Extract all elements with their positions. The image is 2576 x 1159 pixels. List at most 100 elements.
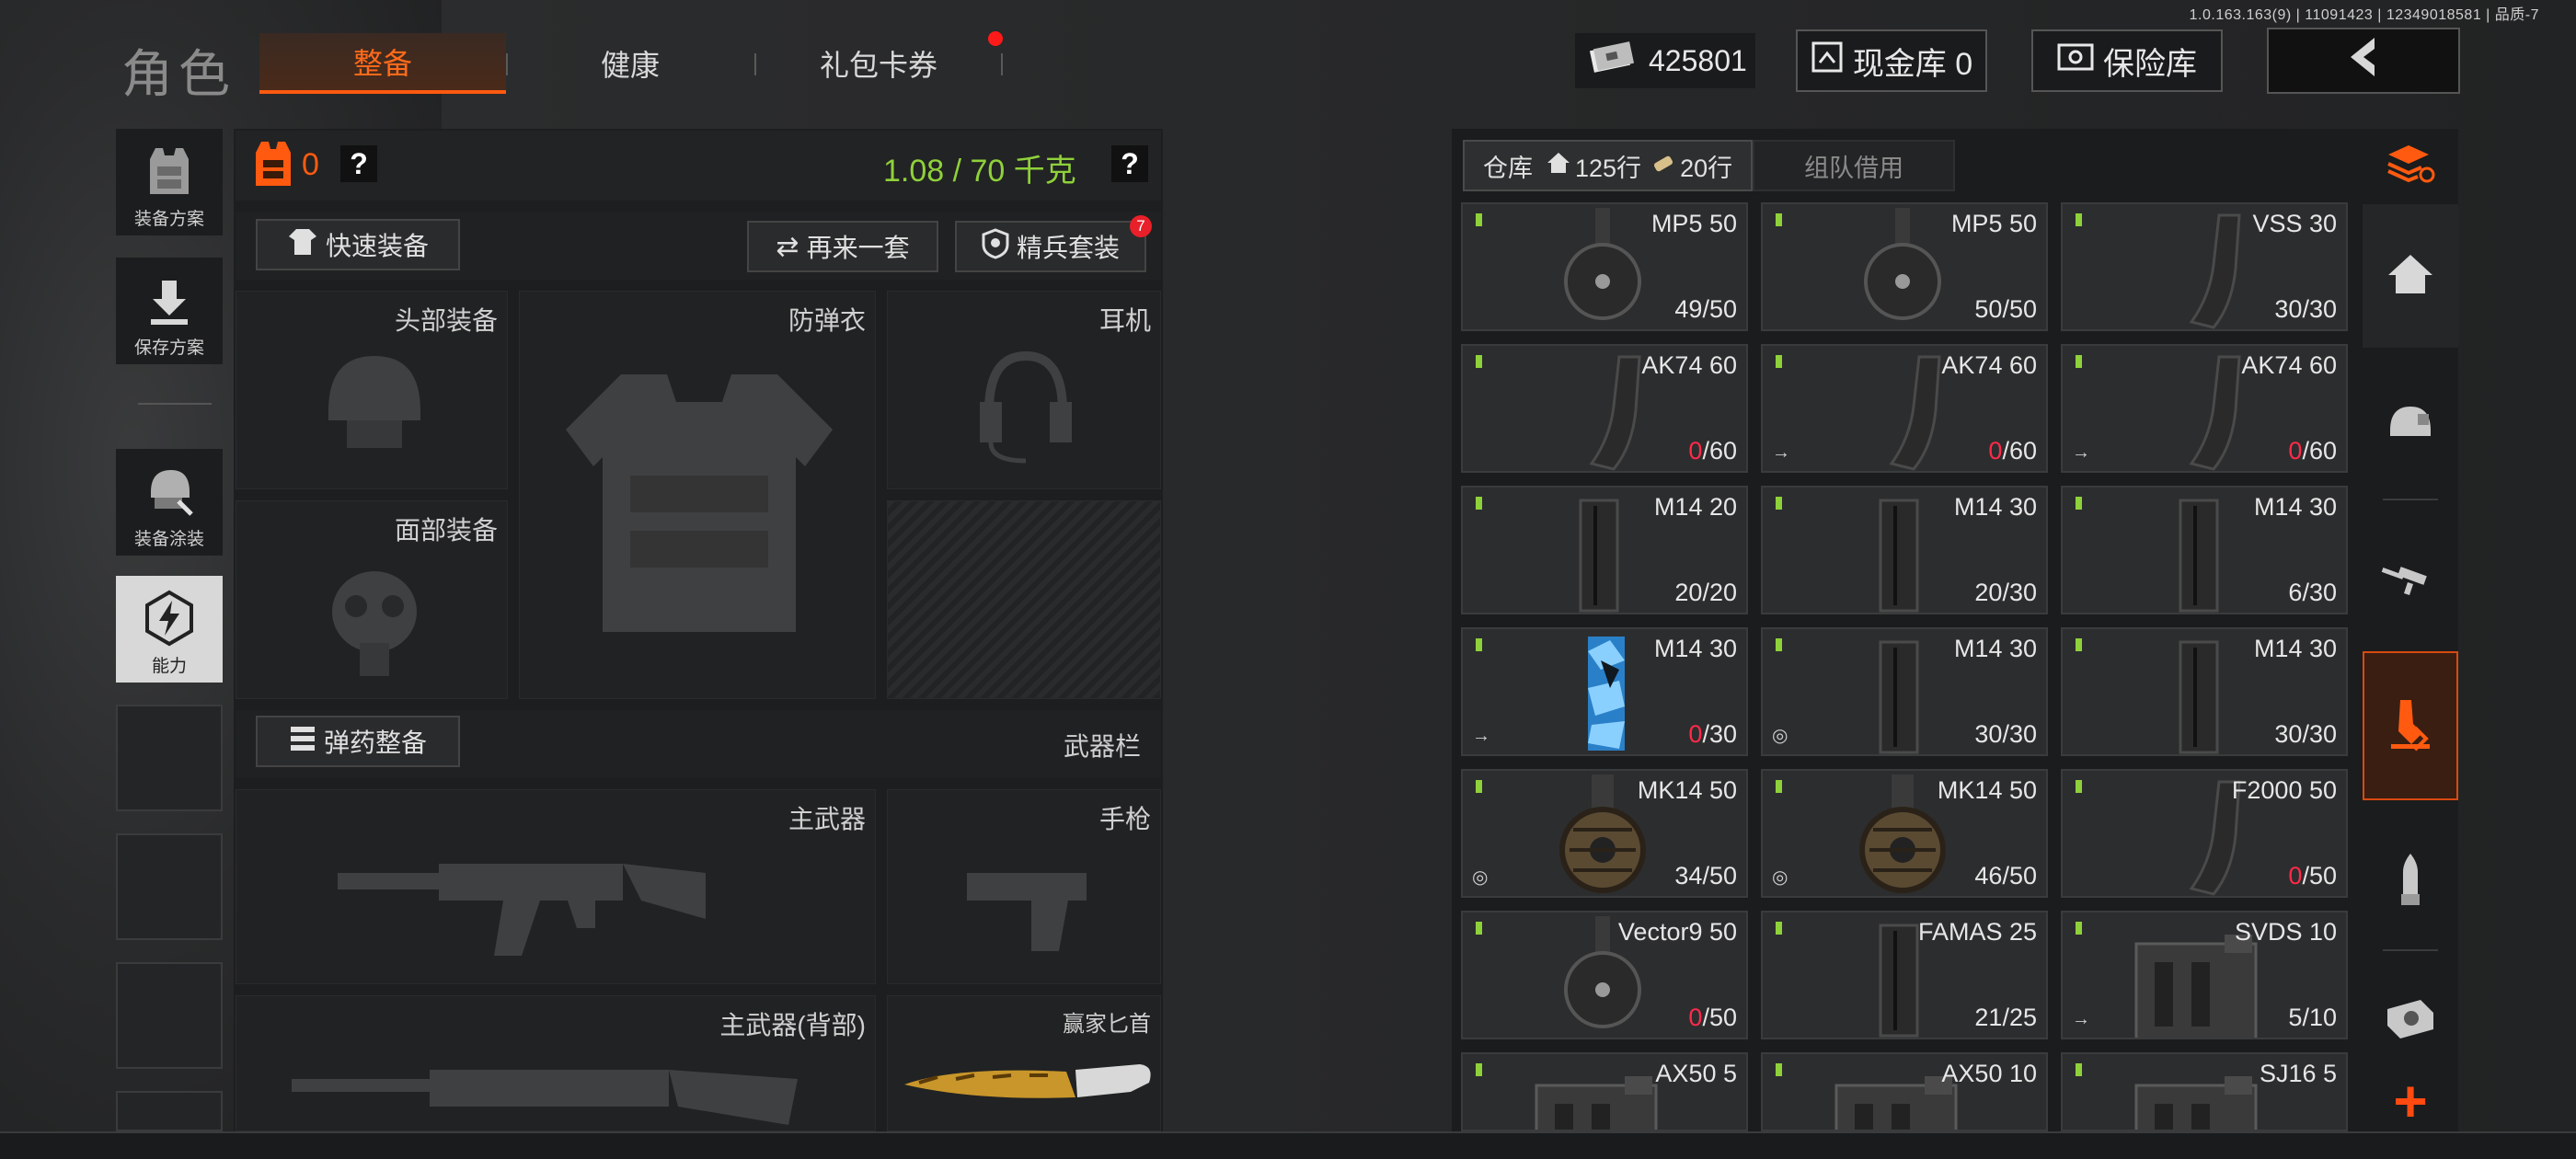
pistol-slot[interactable]: 手枪 xyxy=(887,789,1161,984)
ammo-max: /30 xyxy=(2302,295,2337,323)
sidebar-item-label: 装备涂装 xyxy=(133,530,204,549)
knife-slot[interactable]: 赢家匕首 xyxy=(887,995,1161,1131)
rail-rifle[interactable] xyxy=(2363,511,2458,649)
inventory-item[interactable]: FAMAS 25 21/25 xyxy=(1761,911,2048,1039)
ammo-max: /30 xyxy=(2002,720,2037,748)
rail-home[interactable] xyxy=(2363,204,2458,348)
item-name: FAMAS 25 xyxy=(1917,918,2037,946)
inventory-item[interactable]: M14 20 20/20 xyxy=(1461,486,1748,614)
inventory-item[interactable]: MP5 50 50/50 xyxy=(1761,202,2048,331)
elite-set-button[interactable]: 精兵套装 xyxy=(955,221,1146,272)
ammo-max: /50 xyxy=(2002,295,2037,323)
ammo-count: 0/50 xyxy=(2288,862,2337,890)
inventory-item[interactable]: M14 30 6/30 xyxy=(2061,486,2348,614)
inventory-item[interactable]: MP5 50 49/50 xyxy=(1461,202,1748,331)
cash-vault-button[interactable]: 现金库 0 xyxy=(1796,29,1987,92)
inventory-item[interactable]: M14 30 30/30 xyxy=(2061,627,2348,756)
locked-target-icon: ◎ xyxy=(1772,867,1788,888)
inventory-item[interactable]: MK14 50 34/50 ◎ xyxy=(1461,769,1748,898)
slot-label: 赢家匕首 xyxy=(1063,1012,1151,1037)
tab-label: 礼包卡券 xyxy=(819,49,937,82)
quick-equip-button[interactable]: 快速装备 xyxy=(256,219,460,270)
tab-warehouse[interactable]: 仓库 125行 20行 xyxy=(1463,140,1754,191)
face-gear-slot[interactable]: 面部装备 xyxy=(236,500,508,699)
help-button[interactable]: ? xyxy=(340,145,377,182)
ammo-current: 5 xyxy=(2288,1004,2303,1031)
elite-badge: 7 xyxy=(1130,215,1152,237)
inventory-item[interactable]: M14 30 30/30 ◎ xyxy=(1761,627,2048,756)
loadout-plan-button[interactable]: 装备方案 xyxy=(116,129,223,235)
inventory-item[interactable]: AX50 10 xyxy=(1761,1052,2048,1131)
item-name: AK74 60 xyxy=(1941,351,2037,379)
item-name: SVDS 10 xyxy=(2234,918,2337,946)
weight-help-button[interactable]: ? xyxy=(1111,145,1148,182)
inventory-item[interactable]: M14 30 0/30 → xyxy=(1461,627,1748,756)
ammo-count: 30/30 xyxy=(2274,295,2337,324)
ability-button[interactable]: 能力 xyxy=(116,576,223,683)
ammo-count: 20/20 xyxy=(1674,579,1737,607)
tab-label: 健康 xyxy=(600,49,660,82)
ammo-current: 34 xyxy=(1674,862,1703,889)
rail-magazine[interactable] xyxy=(2363,651,2458,800)
transfer-icon: → xyxy=(1472,726,1490,746)
tab-gift-coupons[interactable]: 礼包卡券 xyxy=(764,33,994,94)
ammo-max: /60 xyxy=(2002,437,2037,465)
tab-health[interactable]: 健康 xyxy=(515,33,745,94)
ammo-current: 46 xyxy=(1974,862,2003,889)
tab-loadout[interactable]: 整备 xyxy=(259,33,506,94)
skin-button[interactable]: 装备涂装 xyxy=(116,449,223,556)
save-plan-button[interactable]: 保存方案 xyxy=(116,258,223,364)
rail-ammo[interactable] xyxy=(2363,813,2458,951)
slot-label: 面部装备 xyxy=(394,516,498,545)
rail-divider xyxy=(2383,499,2438,500)
ammo-max: /30 xyxy=(2002,579,2037,606)
inventory-item[interactable]: SVDS 10 5/10 → xyxy=(2061,911,2348,1039)
status-tag xyxy=(2076,638,2082,651)
shield-icon xyxy=(982,227,1009,266)
inventory-item[interactable]: VSS 30 30/30 xyxy=(2061,202,2348,331)
tab-team-borrow[interactable]: 组队借用 xyxy=(1753,140,1956,191)
inventory-tabs: 仓库 125行 20行 组队借用 xyxy=(1463,140,1956,191)
inventory-item[interactable]: M14 30 20/30 xyxy=(1761,486,2048,614)
inventory-item[interactable]: MK14 50 46/50 ◎ xyxy=(1761,769,2048,898)
headset-slot[interactable]: 耳机 xyxy=(887,291,1161,489)
ammo-current: 30 xyxy=(2274,720,2303,748)
cash-icon xyxy=(1588,41,1636,80)
helmet-skin-icon xyxy=(142,465,197,525)
inventory-item[interactable]: AK74 60 0/60 → xyxy=(1761,344,2048,473)
item-name: M14 30 xyxy=(2253,493,2337,521)
inventory-item[interactable]: SJ16 5 xyxy=(2061,1052,2348,1131)
rail-helmet[interactable] xyxy=(2363,357,2458,495)
inventory-item[interactable]: F2000 50 0/50 xyxy=(2061,769,2348,898)
ammo-count: 0/60 xyxy=(1988,437,2037,465)
back-button[interactable] xyxy=(2267,28,2460,94)
ammo-current: 0 xyxy=(1988,437,2003,465)
inventory-item[interactable]: AK74 60 0/60 xyxy=(1461,344,1748,473)
status-tag xyxy=(2076,213,2082,226)
curved-magazine-icon xyxy=(2189,213,2241,329)
ammo-max: /30 xyxy=(2302,579,2337,606)
item-name: MP5 50 xyxy=(1650,210,1737,237)
inventory-item[interactable]: AX50 5 xyxy=(1461,1052,1748,1131)
ammo-max: /50 xyxy=(1702,1004,1737,1031)
safe-button[interactable]: 保险库 xyxy=(2031,29,2223,92)
sort-stack-button[interactable] xyxy=(2363,129,2458,202)
primary-weapon-slot[interactable]: 主武器 xyxy=(236,789,876,984)
add-button[interactable]: + xyxy=(2363,1068,2458,1134)
ammo-equip-button[interactable]: 弹药整备 xyxy=(256,716,460,767)
quick-equip-label: 快速装备 xyxy=(325,232,429,260)
tab-divider xyxy=(754,53,756,75)
inventory-item[interactable]: AK74 60 0/60 → xyxy=(2061,344,2348,473)
slot-label: 手枪 xyxy=(1098,805,1151,833)
primary-back-slot[interactable]: 主武器(背部) xyxy=(236,995,876,1131)
rail-sight[interactable] xyxy=(2363,957,2458,1085)
ammo-count: 0/50 xyxy=(1688,1004,1737,1032)
inventory-item[interactable]: Vector9 50 0/50 xyxy=(1461,911,1748,1039)
camo-magazine-icon xyxy=(1588,637,1625,751)
refresh-icon: ⇄ xyxy=(776,231,799,262)
head-gear-slot[interactable]: 头部装备 xyxy=(236,291,508,489)
body-armor-slot[interactable]: 防弹衣 xyxy=(519,291,876,699)
ammo-rows: 20行 xyxy=(1680,154,1733,182)
transfer-icon: → xyxy=(2072,442,2090,463)
again-set-button[interactable]: ⇄ 再来一套 xyxy=(747,221,938,272)
